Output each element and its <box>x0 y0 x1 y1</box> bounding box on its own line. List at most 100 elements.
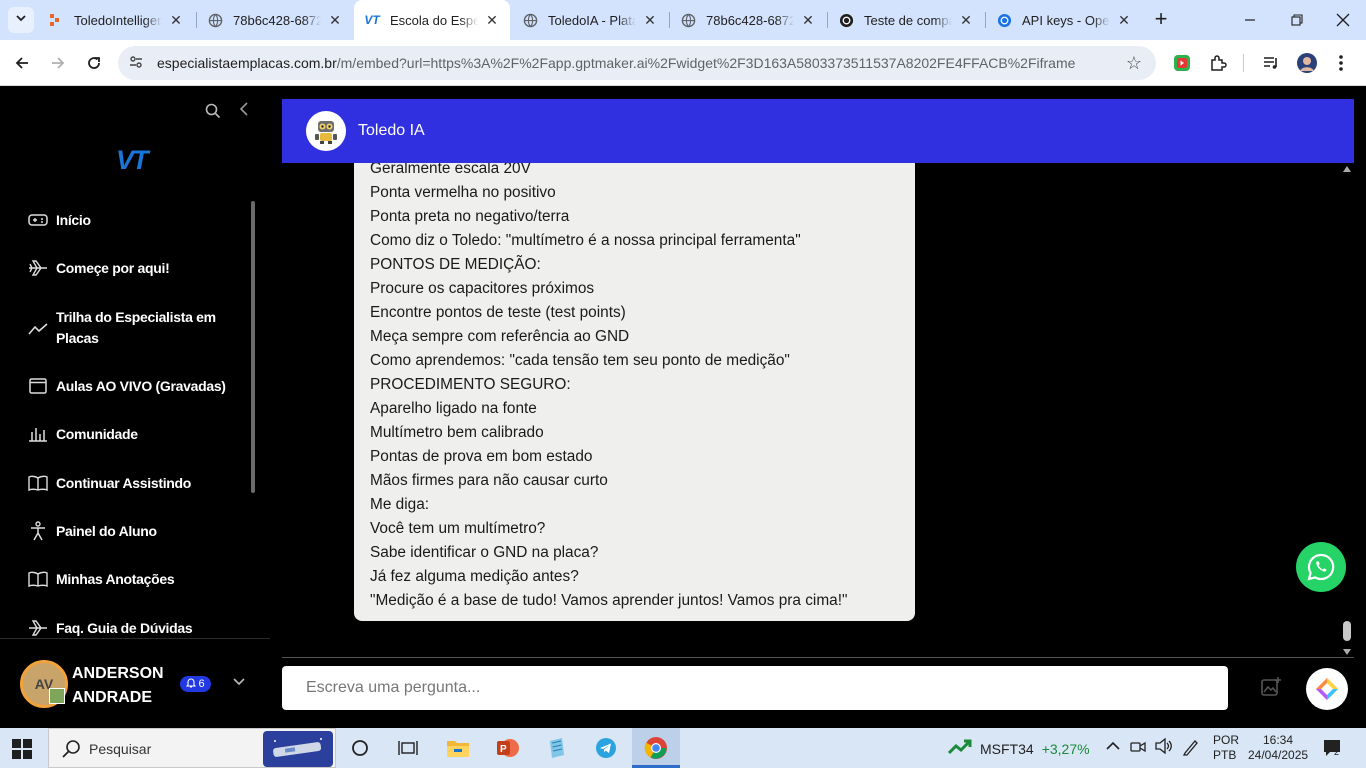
chevron-up-icon[interactable] <box>1106 738 1120 754</box>
stock-widget[interactable]: MSFT34 +3,27% <box>947 739 1090 758</box>
close-icon[interactable]: ✕ <box>484 12 500 28</box>
url-text[interactable]: especialistaemplacas.com.br/m/embed?url=… <box>157 55 1075 71</box>
close-icon[interactable]: ✕ <box>642 12 658 28</box>
close-icon[interactable]: ✕ <box>327 12 343 28</box>
tab-search-button[interactable] <box>8 7 34 33</box>
toledo-logo-icon <box>48 12 64 28</box>
search-icon <box>61 739 81 764</box>
taskbar-search-box[interactable]: Pesquisar <box>48 728 336 768</box>
site-logo[interactable]: VT <box>116 145 148 176</box>
scroll-thumb[interactable] <box>1343 621 1351 641</box>
book-icon <box>28 569 48 589</box>
forward-button[interactable] <box>46 51 70 75</box>
sidebar-item-faq[interactable]: Faq. Guia de Dúvidas <box>28 618 228 639</box>
bot-name: Toledo IA <box>358 122 425 139</box>
minimize-button[interactable] <box>1238 8 1262 32</box>
media-controls-icon[interactable] <box>1260 52 1282 74</box>
url-host: especialistaemplacas.com.br <box>157 55 337 71</box>
url-path: /m/embed?url=https%3A%2F%2Fapp.gptmaker.… <box>336 55 1076 71</box>
search-icon[interactable] <box>205 103 221 124</box>
sidebar-item-comece[interactable]: Começe por aqui! <box>28 258 228 279</box>
windows-start-icon[interactable] <box>12 739 32 764</box>
stock-trend-icon <box>947 739 972 758</box>
tab-toledoia-plataforma[interactable]: ToledoIA - Plataforma ✕ <box>512 4 668 36</box>
stock-change: +3,27% <box>1041 740 1090 757</box>
pen-icon[interactable] <box>1182 738 1200 759</box>
vt-logo-icon: VT <box>364 13 380 27</box>
assistant-launcher-button[interactable] <box>1306 668 1348 710</box>
browser-menu-icon[interactable] <box>1330 52 1352 74</box>
chat-messages[interactable]: Geralmente escala 20V Ponta vermelha no … <box>282 163 1354 658</box>
close-icon[interactable]: ✕ <box>1116 12 1132 28</box>
airplane-icon <box>28 618 48 638</box>
chat-scrollbar[interactable] <box>1340 163 1354 657</box>
question-input[interactable] <box>282 666 1228 710</box>
extensions-puzzle-icon[interactable] <box>1207 52 1229 74</box>
airplane-icon <box>28 258 48 278</box>
reload-button[interactable] <box>82 51 106 75</box>
collapse-sidebar-icon[interactable] <box>239 101 249 122</box>
tab-title: 78b6c428-6872- <box>706 12 794 28</box>
tab-title: API keys - OpenAI <box>1022 12 1110 28</box>
tab-teste-compatibilidade[interactable]: Teste de compatibilidade ✕ <box>828 4 984 36</box>
notification-badge[interactable]: 6 <box>180 676 211 692</box>
avatar-badge-icon <box>49 688 65 704</box>
close-icon[interactable]: ✕ <box>800 12 816 28</box>
image-upload-icon[interactable] <box>1260 676 1282 703</box>
speaker-icon[interactable] <box>1155 737 1173 757</box>
powerpoint-icon[interactable]: P <box>494 734 522 762</box>
scroll-down-arrow-icon[interactable] <box>1343 649 1351 655</box>
close-window-button[interactable] <box>1331 8 1355 32</box>
file-explorer-icon[interactable] <box>444 734 472 762</box>
message-line: Aparelho ligado na fonte <box>370 400 537 417</box>
meet-now-icon[interactable] <box>1130 738 1146 759</box>
new-tab-button[interactable]: + <box>1150 8 1172 31</box>
close-icon[interactable]: ✕ <box>958 12 974 28</box>
sidebar-item-inicio[interactable]: Início <box>28 210 228 231</box>
question-input-box[interactable] <box>282 666 1228 710</box>
restore-button[interactable] <box>1285 8 1309 32</box>
notepad-app-icon[interactable] <box>543 734 571 762</box>
profile-avatar-icon[interactable] <box>1296 52 1318 74</box>
tab-escola-do-especialista[interactable]: VT Escola do Especialista ✕ <box>354 0 510 40</box>
tab-toledo-intelligence[interactable]: ToledoIntelligence ✕ <box>38 4 194 36</box>
extension-record-icon[interactable] <box>1171 52 1193 74</box>
tab-api-keys[interactable]: API keys - OpenAI ✕ <box>986 4 1142 36</box>
site-settings-icon[interactable] <box>128 54 144 75</box>
user-name: ANDERSON ANDRADE <box>72 662 164 710</box>
sidebar-scrollbar[interactable] <box>251 201 255 493</box>
globe-icon <box>207 12 223 28</box>
sidebar-item-painel-do-aluno[interactable]: Painel do Aluno <box>28 521 228 542</box>
address-bar[interactable]: especialistaemplacas.com.br/m/embed?url=… <box>118 46 1156 80</box>
globe-icon <box>522 12 538 28</box>
sidebar-item-minhas-anotacoes[interactable]: Minhas Anotações <box>28 569 228 590</box>
taskbar-search-placeholder: Pesquisar <box>89 741 152 757</box>
sidebar-item-aulas-ao-vivo[interactable]: Aulas AO VIVO (Gravadas) <box>28 376 228 397</box>
message-line: Mãos firmes para não causar curto <box>370 472 608 489</box>
bar-chart-icon <box>28 424 48 444</box>
sidebar-item-trilha[interactable]: Trilha do Especialista em Placas <box>28 307 228 349</box>
browser-toolbar: especialistaemplacas.com.br/m/embed?url=… <box>0 40 1366 86</box>
bookmark-star-icon[interactable]: ☆ <box>1126 53 1142 74</box>
tab-uuid-1[interactable]: 78b6c428-6872- ✕ <box>197 4 353 36</box>
sidebar-item-label: Aulas AO VIVO (Gravadas) <box>56 378 226 394</box>
message-line: Ponta preta no negativo/terra <box>370 208 570 225</box>
chevron-down-icon[interactable] <box>233 673 245 689</box>
user-panel[interactable]: AV ANDERSON ANDRADE 6 <box>0 638 270 728</box>
close-icon[interactable]: ✕ <box>168 12 184 28</box>
telegram-icon[interactable] <box>592 734 620 762</box>
back-button[interactable] <box>10 51 34 75</box>
scroll-up-arrow-icon[interactable] <box>1343 166 1351 172</box>
task-view-icon[interactable] <box>394 734 422 762</box>
whatsapp-button[interactable] <box>1296 542 1346 592</box>
tab-title: Teste de compatibilidade <box>864 12 952 28</box>
sidebar-item-label: Painel do Aluno <box>56 523 157 539</box>
cortana-icon[interactable] <box>346 734 374 762</box>
sidebar-item-continuar-assistindo[interactable]: Continuar Assistindo <box>28 473 228 494</box>
taskbar-clock[interactable]: 16:34 24/04/2025 <box>1248 733 1308 763</box>
trend-icon <box>28 319 48 339</box>
tab-uuid-2[interactable]: 78b6c428-6872- ✕ <box>670 4 826 36</box>
sidebar-item-comunidade[interactable]: Comunidade <box>28 424 228 445</box>
chrome-icon[interactable] <box>642 734 670 762</box>
input-language[interactable]: POR PTB <box>1213 733 1239 763</box>
